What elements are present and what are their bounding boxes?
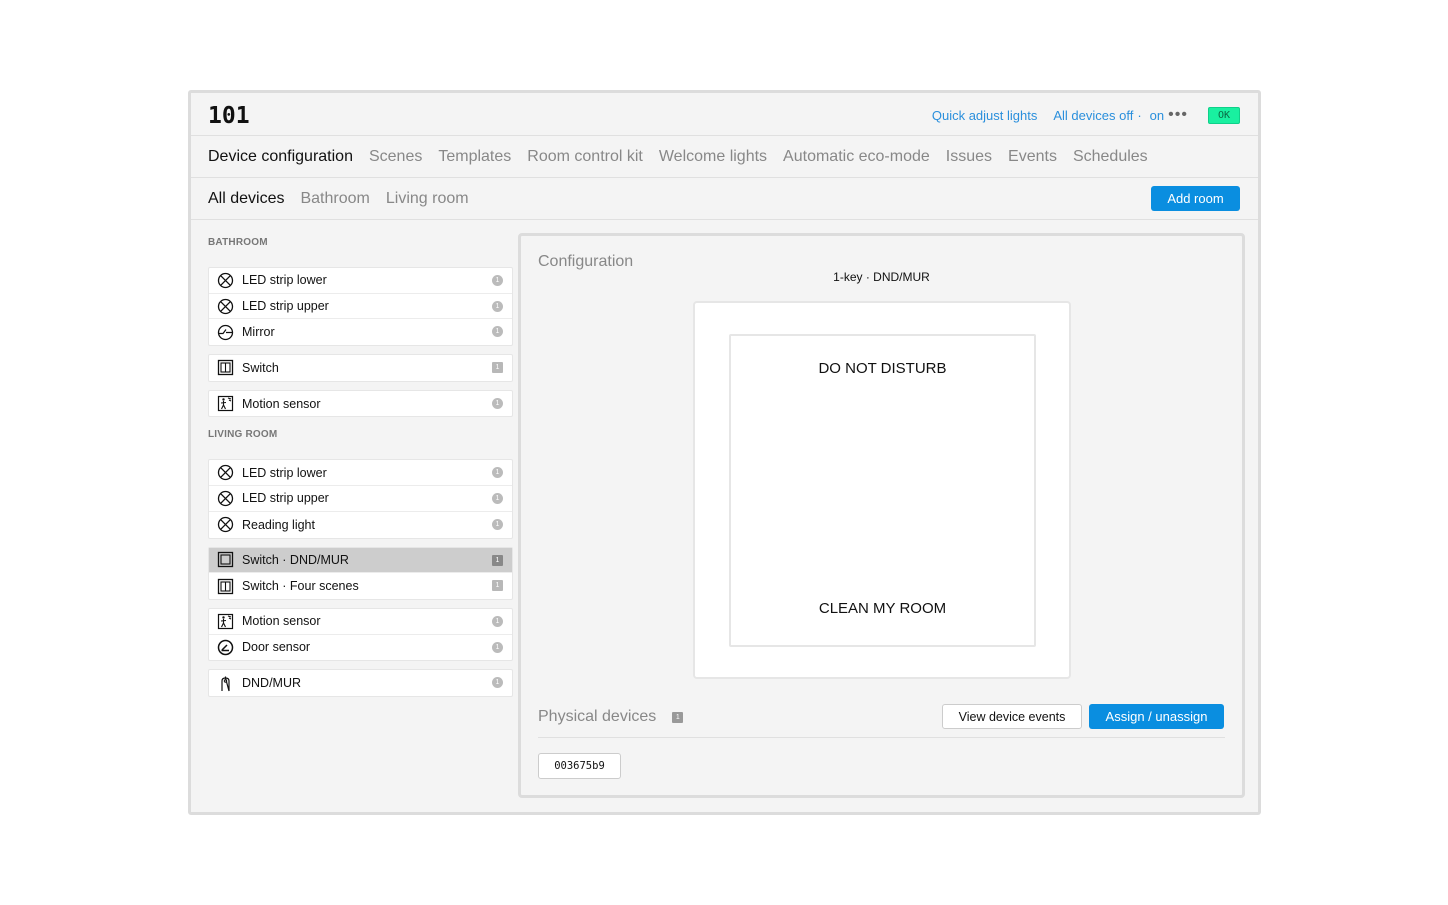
device-list-item[interactable]: Motion sensor 1 xyxy=(209,391,512,417)
physical-devices-count: 1 xyxy=(672,711,684,723)
device-count-badge: 1 xyxy=(492,300,503,312)
device-count-badge: 1 xyxy=(492,467,503,479)
device-group: Motion sensor 1 Door sensor 1 xyxy=(208,607,513,662)
device-count-badge: 1 xyxy=(492,518,503,530)
device-count-badge: 1 xyxy=(492,493,503,505)
device-group: Motion sensor 1 xyxy=(208,389,513,418)
device-count-badge: 1 xyxy=(492,580,503,592)
switch-preview: DO NOT DISTURB CLEAN MY ROOM xyxy=(693,301,1071,679)
device-list-item[interactable]: LED strip upper 1 xyxy=(209,294,512,320)
add-room-button[interactable]: Add room xyxy=(1151,186,1240,211)
device-list-item[interactable]: LED strip lower 1 xyxy=(209,268,512,294)
key-top-label: DO NOT DISTURB xyxy=(818,360,947,377)
section-label: BATHROOM xyxy=(208,237,268,248)
device-label: Switch xyxy=(242,360,279,375)
device-count-badge: 1 xyxy=(492,397,503,409)
device-group: LED strip lower 1 LED strip upper 1 Mirror 1 xyxy=(208,267,513,347)
device-list-item[interactable]: Door sensor 1 xyxy=(209,635,512,661)
device-group: Switch 1 xyxy=(208,354,513,382)
device-label: DND/MUR xyxy=(242,676,302,691)
device-type-label: 1-key · DND/MUR xyxy=(833,270,930,284)
room-title: 101 xyxy=(208,103,250,129)
tab-welcome-lights[interactable]: Welcome lights xyxy=(659,148,767,166)
device-sidebar: BATHROOM LED strip lower 1 LED strip upper 1… xyxy=(208,233,513,705)
dimmer-icon xyxy=(217,324,234,340)
tab-bathroom[interactable]: Bathroom xyxy=(300,190,369,208)
motion-icon xyxy=(217,395,234,412)
physical-devices-title: Physical devices xyxy=(538,708,657,725)
tab-schedules[interactable]: Schedules xyxy=(1073,148,1148,166)
quick-adjust-lights-link[interactable]: Quick adjust lights xyxy=(932,108,1038,123)
tab-living-room[interactable]: Living room xyxy=(386,190,469,208)
device-list-item[interactable]: Motion sensor 1 xyxy=(209,609,512,635)
switch-key[interactable]: DO NOT DISTURB CLEAN MY ROOM xyxy=(729,334,1036,647)
device-list-item[interactable]: LED strip upper 1 xyxy=(209,486,512,512)
tab-events[interactable]: Events xyxy=(1008,148,1057,166)
device-group: LED strip lower 1 LED strip upper 1 Reading … xyxy=(208,459,513,539)
light-icon xyxy=(217,272,234,288)
device-list-item[interactable]: Switch 1 xyxy=(209,355,512,381)
device-label: LED strip lower xyxy=(242,465,327,480)
device-label: LED strip upper xyxy=(242,491,329,506)
tab-all-devices[interactable]: All devices xyxy=(208,190,284,208)
device-count-badge: 1 xyxy=(492,615,503,627)
device-list-item[interactable]: Mirror 1 xyxy=(209,319,512,345)
switch-icon xyxy=(217,578,234,594)
device-label: Reading light xyxy=(242,517,315,532)
tab-templates[interactable]: Templates xyxy=(438,148,511,166)
configuration-panel: Configuration 1-key · DND/MUR DO NOT DIS… xyxy=(518,233,1245,798)
motion-icon xyxy=(217,613,234,629)
device-label: Motion sensor xyxy=(242,396,321,411)
tab-scenes[interactable]: Scenes xyxy=(369,148,422,166)
all-devices-on-link[interactable]: on xyxy=(1150,108,1164,123)
device-count-badge: 1 xyxy=(492,275,503,286)
device-label: Motion sensor xyxy=(242,614,321,629)
divider xyxy=(538,737,1225,738)
view-device-events-button[interactable]: View device events xyxy=(942,704,1082,729)
switch1-icon xyxy=(217,552,234,568)
tab-issues[interactable]: Issues xyxy=(946,148,992,166)
device-count-badge: 1 xyxy=(492,554,503,566)
device-label: Switch · Four scenes xyxy=(242,579,359,594)
main-tabs: Device configuration Scenes Templates Ro… xyxy=(191,136,1258,178)
device-label: Door sensor xyxy=(242,640,311,655)
device-label: LED strip lower xyxy=(242,273,327,288)
device-count-badge: 1 xyxy=(492,641,503,653)
hanger-icon xyxy=(221,676,230,691)
device-list-item[interactable]: LED strip lower 1 xyxy=(209,460,512,487)
switch-icon xyxy=(217,360,234,376)
room-window: 101 Quick adjust lights All devices off … xyxy=(188,90,1261,815)
status-badge: OK xyxy=(1207,106,1240,124)
device-group: Switch · DND/MUR 1 Switch · Four scenes 1 xyxy=(208,546,513,600)
room-tabs: All devices Bathroom Living room Add roo… xyxy=(191,178,1258,220)
tab-device-configuration[interactable]: Device configuration xyxy=(208,148,353,166)
device-count-badge: 1 xyxy=(492,677,503,689)
light-icon xyxy=(217,465,234,481)
device-count-badge: 1 xyxy=(492,362,503,374)
device-group: DND/MUR 1 xyxy=(208,669,513,697)
light-icon xyxy=(217,517,234,533)
key-bottom-label: CLEAN MY ROOM xyxy=(818,600,947,617)
configuration-title: Configuration xyxy=(538,253,634,270)
light-icon xyxy=(217,298,234,314)
device-list-item[interactable]: DND/MUR 1 xyxy=(209,670,512,696)
header: 101 Quick adjust lights All devices off … xyxy=(191,93,1258,136)
device-list-item[interactable]: Reading light 1 xyxy=(209,512,512,538)
more-menu-icon[interactable]: ••• xyxy=(1168,106,1188,124)
door-icon xyxy=(217,639,234,656)
device-label: Mirror xyxy=(242,325,275,340)
section-label: LIVING ROOM xyxy=(208,429,278,441)
device-count-badge: 1 xyxy=(492,326,503,338)
device-list-item[interactable]: Switch · Four scenes 1 xyxy=(209,573,512,599)
device-label: LED strip upper xyxy=(242,299,329,314)
device-label: Switch · DND/MUR xyxy=(242,552,349,567)
tab-room-control-kit[interactable]: Room control kit xyxy=(527,148,643,166)
tab-automatic-eco-mode[interactable]: Automatic eco-mode xyxy=(783,148,930,166)
physical-device-chip[interactable]: 003675b9 xyxy=(538,753,621,779)
all-devices-off-link[interactable]: All devices off xyxy=(1053,108,1133,123)
device-list-item[interactable]: Switch · DND/MUR 1 xyxy=(209,547,512,574)
assign-unassign-button[interactable]: Assign / unassign xyxy=(1089,704,1224,729)
separator: · xyxy=(1137,107,1142,123)
light-icon xyxy=(217,490,234,507)
